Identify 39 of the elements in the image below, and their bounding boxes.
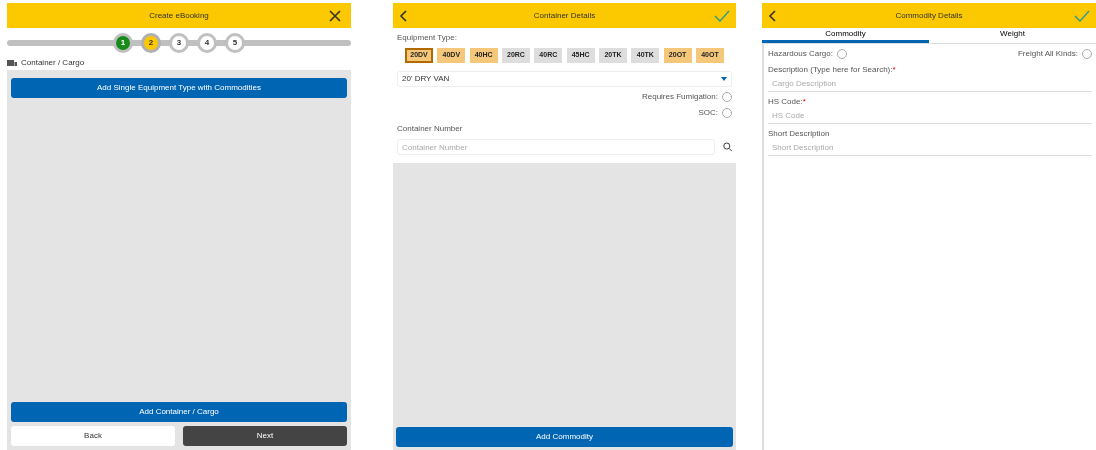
option-label: SOC:	[698, 107, 718, 119]
close-icon[interactable]	[329, 9, 341, 22]
step-indicator: 4	[197, 33, 217, 53]
step-indicator: 2	[141, 33, 161, 53]
caret-icon	[721, 77, 727, 81]
option-label: Freight All Kinds:	[1017, 48, 1078, 60]
screen-title: Container Details	[532, 9, 597, 22]
option-label: Requires Fumigation:	[641, 91, 718, 103]
radio-button[interactable]	[722, 92, 732, 102]
field-label: HS Code:*	[768, 96, 807, 108]
step-indicator: 1	[113, 33, 133, 53]
field-label: Short Description	[768, 128, 831, 140]
type-dropdown[interactable]: 20' DRY VAN	[397, 71, 732, 87]
dropdown-value: 20' DRY VAN	[402, 73, 450, 85]
back-button[interactable]: Back	[11, 426, 175, 446]
section-title: Container / Cargo	[21, 56, 85, 69]
container-number-field[interactable]: Container Number	[397, 139, 715, 155]
radio-button[interactable]	[722, 108, 732, 118]
add-commodity-button[interactable]: Add Commodity	[396, 427, 733, 447]
container-icon	[7, 59, 17, 66]
radio-button[interactable]	[1082, 49, 1092, 59]
next-button[interactable]: Next	[183, 426, 347, 446]
add-container-button[interactable]: Add Container / Cargo	[11, 402, 347, 422]
field-label: Container Number	[397, 123, 464, 135]
radio-button[interactable]	[836, 49, 847, 59]
add-equipment-button[interactable]: Add Single Equipment Type with Commodities	[11, 78, 347, 98]
search-icon[interactable]	[722, 142, 732, 152]
step-indicator: 3	[169, 33, 189, 53]
back-icon[interactable]	[768, 9, 776, 22]
checkmark-icon[interactable]	[714, 9, 730, 22]
tab[interactable]: Commodity	[762, 28, 929, 43]
screen-title: Create eBooking	[148, 9, 210, 22]
step-indicator: 5	[225, 33, 245, 53]
field-label: Description (Type here for Search):*	[768, 64, 897, 76]
checkmark-icon[interactable]	[1074, 9, 1090, 22]
field-label: Equipment Type:	[397, 32, 458, 44]
back-icon[interactable]	[399, 9, 407, 22]
screen-title: Commodity Details	[894, 9, 964, 22]
option-label: Hazardous Cargo:	[768, 48, 833, 60]
